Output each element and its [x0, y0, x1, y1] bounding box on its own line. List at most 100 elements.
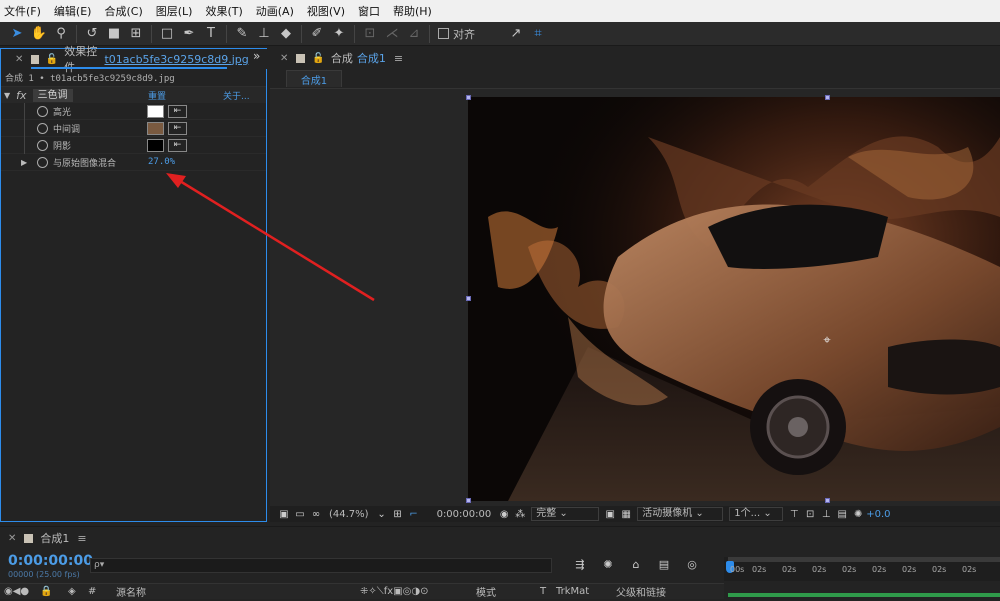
comp-navigator-tab[interactable]: 合成1 [286, 70, 342, 87]
motion-blur-icon[interactable]: ◎ [678, 558, 706, 571]
lock-icon[interactable]: 🔓 [46, 54, 58, 65]
reset-link[interactable]: 重置 [148, 89, 166, 102]
pan-behind-tool-icon[interactable]: ⊞ [125, 24, 147, 44]
timeline-tab[interactable]: ✕ 合成1 ≡ [0, 527, 1000, 549]
frame-blending-icon[interactable]: ▤ [650, 558, 678, 571]
camera-tool-icon[interactable]: ■ [103, 24, 125, 44]
snap-edges-icon[interactable]: ↗ [505, 24, 527, 44]
trkmat-column[interactable]: TrkMat [556, 586, 589, 597]
grid-icon[interactable]: ⊞ [390, 509, 406, 520]
menu-view[interactable]: 视图(V) [307, 3, 345, 19]
resize-handle[interactable] [466, 296, 471, 301]
source-name-column[interactable]: 源名称 [116, 584, 146, 599]
selection-tool-icon[interactable]: ➤ [6, 24, 28, 44]
menu-effect[interactable]: 效果(T) [205, 3, 242, 19]
layer-search-input[interactable]: ρ▾ [90, 558, 552, 573]
time-navigator[interactable] [728, 557, 1000, 562]
eraser-tool-icon[interactable]: ◆ [275, 24, 297, 44]
zoom-tool-icon[interactable]: ⚲ [50, 24, 72, 44]
switches-column-icon[interactable]: ⁜✧⟍fx▣◎◑⊙ [360, 586, 428, 597]
lock-column-icon[interactable]: 🔒 [40, 586, 52, 597]
fx-toggle[interactable]: fx [16, 89, 26, 102]
type-tool-icon[interactable]: T [200, 24, 222, 44]
close-icon[interactable]: ✕ [15, 54, 23, 65]
effect-controls-tab[interactable]: ✕ 🔓 效果控件 t01acb5fe3c9259c8d9.jpg ≡ » [1, 45, 267, 74]
pen-tool-icon[interactable]: ✒ [178, 24, 200, 44]
roto-brush-tool-icon[interactable]: ✐ [306, 24, 328, 44]
axis-local-icon[interactable]: ⊡ [359, 24, 381, 44]
flowchart-icon[interactable]: ⊥ [818, 509, 834, 520]
collapse-triangle-icon[interactable]: ▼ [4, 91, 10, 100]
stopwatch-icon[interactable] [37, 122, 48, 134]
menu-edit[interactable]: 编辑(E) [54, 3, 92, 19]
preview-mode-icon[interactable]: ▣ [276, 509, 292, 520]
comp-mini-flowchart-icon[interactable]: ⇶ [566, 558, 594, 571]
color-swatch[interactable] [147, 121, 164, 135]
layer-file-link[interactable]: t01acb5fe3c9259c8d9.jpg [104, 53, 248, 66]
time-ruler[interactable]: 00s 02s 02s 02s 02s 02s 02s 02s 02s [724, 557, 1000, 581]
composition-tab[interactable]: ✕ 🔓 合成 合成1 ≡ [270, 48, 1000, 68]
camera-dropdown[interactable]: 活动摄像机 ⌄ [637, 507, 724, 521]
more-panels-icon[interactable]: » [253, 49, 267, 69]
axis-view-icon[interactable]: ⊿ [403, 24, 425, 44]
mode-column[interactable]: 模式 [476, 584, 496, 599]
mask-visibility-icon[interactable]: ∞ [308, 509, 324, 520]
anchor-point-icon[interactable]: ⌖ [820, 334, 834, 348]
snap-features-icon[interactable]: ⌗ [527, 24, 549, 44]
resize-handle[interactable] [825, 498, 830, 503]
timeline-link-icon[interactable]: ▤ [834, 509, 850, 520]
region-of-interest-icon[interactable]: ⌐ [406, 509, 422, 520]
rotate-tool-icon[interactable]: ↺ [81, 24, 103, 44]
channel-icon[interactable]: ⁂ [512, 509, 528, 520]
about-link[interactable]: 关于... [223, 89, 250, 102]
rectangle-tool-icon[interactable]: □ [156, 24, 178, 44]
exposure-value[interactable]: +0.0 [866, 509, 890, 520]
av-features-icon[interactable]: ◉◀● [4, 586, 29, 597]
shy-layers-icon[interactable]: ⌂ [622, 558, 650, 571]
current-time[interactable]: 0:00:00:00 [432, 509, 497, 520]
menu-window[interactable]: 窗口 [358, 3, 380, 19]
menu-help[interactable]: 帮助(H) [393, 3, 432, 19]
puppet-pin-tool-icon[interactable]: ✦ [328, 24, 350, 44]
menu-layer[interactable]: 图层(L) [156, 3, 193, 19]
display-icon[interactable]: ▭ [292, 509, 308, 520]
label-column-icon[interactable]: ◈ [68, 586, 76, 597]
eyedropper-icon[interactable]: ⇤ [168, 121, 187, 135]
fast-preview-icon[interactable]: ▣ [602, 509, 618, 520]
stopwatch-icon[interactable] [37, 156, 48, 168]
menu-animation[interactable]: 动画(A) [256, 3, 294, 19]
toggle-pixel-aspect-icon[interactable]: ⊤ [786, 509, 802, 520]
color-swatch[interactable] [147, 138, 164, 152]
effect-row-tritone[interactable]: ▼ fx 三色调 重置 关于... [1, 87, 266, 103]
draft-3d-icon[interactable]: ✺ [594, 558, 622, 571]
transparency-grid-icon[interactable]: ▦ [618, 509, 634, 520]
snapshot-camera-icon[interactable]: ◉ [496, 509, 512, 520]
composition-viewer[interactable]: ⌖ [270, 88, 1000, 506]
resize-handle[interactable] [466, 498, 471, 503]
blend-value[interactable]: 27.0% [148, 157, 175, 167]
eyedropper-icon[interactable]: ⇤ [168, 104, 187, 118]
snap-toggle[interactable]: 对齐 [438, 26, 475, 42]
timeline-timecode[interactable]: 0:00:00:00 [8, 553, 93, 569]
clone-stamp-tool-icon[interactable]: ⊥ [253, 24, 275, 44]
views-dropdown[interactable]: 1个... ⌄ [729, 507, 784, 521]
zoom-dropdown[interactable]: (44.7%) [324, 509, 374, 520]
resize-handle[interactable] [466, 95, 471, 100]
menu-file[interactable]: 文件(F) [4, 3, 41, 19]
resize-handle[interactable] [825, 95, 830, 100]
close-icon[interactable]: ✕ [8, 533, 16, 544]
resolution-dropdown[interactable]: 完整 ⌄ [531, 507, 600, 521]
close-icon[interactable]: ✕ [280, 53, 288, 64]
menu-composition[interactable]: 合成(C) [104, 3, 142, 19]
expand-triangle-icon[interactable]: ▶ [21, 158, 27, 167]
exposure-icon[interactable]: ✺ [850, 509, 866, 520]
work-area-bar[interactable] [728, 593, 1000, 597]
chevron-down-icon[interactable]: ⌄ [374, 509, 390, 520]
panel-menu-icon[interactable]: ≡ [394, 52, 403, 65]
eyedropper-icon[interactable]: ⇤ [168, 138, 187, 152]
axis-world-icon[interactable]: ⋌ [381, 24, 403, 44]
hand-tool-icon[interactable]: ✋ [28, 24, 50, 44]
stopwatch-icon[interactable] [37, 105, 48, 117]
lock-icon[interactable]: 🔓 [312, 53, 324, 64]
brush-tool-icon[interactable]: ✎ [231, 24, 253, 44]
